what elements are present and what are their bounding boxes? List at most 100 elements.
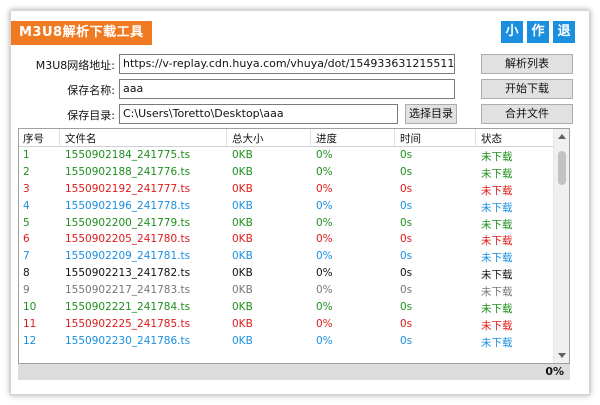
row-progress: 0% bbox=[316, 301, 333, 314]
save-dir-input[interactable]: C:\Users\Toretto\Desktop\aaa bbox=[119, 104, 398, 124]
save-name-input[interactable]: aaa bbox=[119, 79, 455, 99]
row-time: 0s bbox=[400, 165, 413, 178]
row-status: 未下载 bbox=[481, 218, 513, 231]
row-time: 0s bbox=[400, 317, 413, 330]
row-time: 0s bbox=[400, 284, 413, 297]
row-filename: 1550902230_241786.ts bbox=[65, 334, 191, 347]
table-row[interactable]: 12 1550902230_241786.ts 0KB 0% 0s 未下载 bbox=[19, 334, 554, 351]
status-bar: 0% bbox=[18, 364, 570, 380]
url-label: M3U8网络地址: bbox=[35, 59, 115, 72]
row-filename: 1550902217_241783.ts bbox=[65, 284, 191, 297]
row-size: 0KB bbox=[232, 216, 253, 229]
row-filename: 1550902205_241780.ts bbox=[65, 233, 191, 246]
row-progress: 0% bbox=[316, 334, 333, 347]
minimize-button[interactable]: 小 bbox=[501, 21, 523, 43]
row-progress: 0% bbox=[316, 149, 333, 161]
row-no: 4 bbox=[23, 199, 30, 212]
url-input[interactable]: https://v-replay.cdn.huya.com/vhuya/dot/… bbox=[119, 54, 455, 74]
col-header-time[interactable]: 时间 bbox=[400, 131, 421, 146]
row-progress: 0% bbox=[316, 182, 333, 195]
row-progress: 0% bbox=[316, 284, 333, 297]
table-row[interactable]: 10 1550902221_241784.ts 0KB 0% 0s 未下载 bbox=[19, 300, 554, 317]
row-time: 0s bbox=[400, 334, 413, 347]
table-row[interactable]: 9 1550902217_241783.ts 0KB 0% 0s 未下载 bbox=[19, 283, 554, 300]
row-time: 0s bbox=[400, 250, 413, 263]
overall-progress: 0% bbox=[545, 365, 564, 378]
row-size: 0KB bbox=[232, 149, 253, 161]
row-size: 0KB bbox=[232, 199, 253, 212]
save-name-label: 保存名称: bbox=[67, 84, 115, 97]
col-header-progress[interactable]: 进度 bbox=[316, 131, 337, 146]
table-row[interactable]: 2 1550902188_241776.ts 0KB 0% 0s 未下载 bbox=[19, 165, 554, 182]
row-filename: 1550902188_241776.ts bbox=[65, 165, 191, 178]
row-time: 0s bbox=[400, 267, 413, 280]
row-size: 0KB bbox=[232, 284, 253, 297]
row-no: 9 bbox=[23, 284, 30, 297]
row-time: 0s bbox=[400, 182, 413, 195]
row-status: 未下载 bbox=[481, 151, 513, 163]
row-no: 10 bbox=[23, 301, 37, 314]
row-size: 0KB bbox=[232, 267, 253, 280]
table-row[interactable]: 11 1550902225_241785.ts 0KB 0% 0s 未下载 bbox=[19, 317, 554, 334]
col-header-filename[interactable]: 文件名 bbox=[65, 131, 97, 146]
table-row[interactable]: 6 1550902205_241780.ts 0KB 0% 0s 未下载 bbox=[19, 232, 554, 249]
row-no: 7 bbox=[23, 250, 30, 263]
row-status: 未下载 bbox=[481, 319, 513, 332]
row-filename: 1550902184_241775.ts bbox=[65, 149, 191, 161]
row-status: 未下载 bbox=[481, 336, 513, 349]
app-title: M3U8解析下载工具 bbox=[11, 21, 152, 45]
col-header-status[interactable]: 状态 bbox=[481, 131, 502, 146]
row-status: 未下载 bbox=[481, 235, 513, 248]
triangle-down-icon[interactable] bbox=[558, 353, 566, 358]
table-row[interactable]: 4 1550902196_241778.ts 0KB 0% 0s 未下载 bbox=[19, 199, 554, 216]
row-no: 11 bbox=[23, 317, 37, 330]
about-button[interactable]: 作 bbox=[527, 21, 549, 43]
table-row[interactable]: 5 1550902200_241779.ts 0KB 0% 0s 未下载 bbox=[19, 216, 554, 233]
row-status: 未下载 bbox=[481, 201, 513, 214]
row-no: 2 bbox=[23, 165, 30, 178]
row-progress: 0% bbox=[316, 165, 333, 178]
row-size: 0KB bbox=[232, 233, 253, 246]
vertical-scrollbar[interactable] bbox=[553, 129, 569, 363]
row-no: 6 bbox=[23, 233, 30, 246]
parse-list-button[interactable]: 解析列表 bbox=[481, 54, 573, 74]
row-status: 未下载 bbox=[481, 252, 513, 265]
row-status: 未下载 bbox=[481, 184, 513, 197]
list-rows: 1 1550902184_241775.ts 0KB 0% 0s 未下载 2 15509021… bbox=[19, 148, 554, 351]
row-progress: 0% bbox=[316, 199, 333, 212]
table-row[interactable]: 3 1550902192_241777.ts 0KB 0% 0s 未下载 bbox=[19, 182, 554, 199]
row-filename: 1550902213_241782.ts bbox=[65, 267, 191, 280]
row-filename: 1550902192_241777.ts bbox=[65, 182, 191, 195]
table-row[interactable]: 1 1550902184_241775.ts 0KB 0% 0s 未下载 bbox=[19, 148, 554, 165]
merge-files-button[interactable]: 合并文件 bbox=[481, 104, 573, 124]
start-download-button[interactable]: 开始下载 bbox=[481, 79, 573, 99]
choose-dir-button[interactable]: 选择目录 bbox=[405, 104, 457, 124]
row-time: 0s bbox=[400, 233, 413, 246]
col-header-no[interactable]: 序号 bbox=[23, 131, 44, 146]
table-row[interactable]: 8 1550902213_241782.ts 0KB 0% 0s 未下载 bbox=[19, 266, 554, 283]
table-row[interactable]: 7 1550902209_241781.ts 0KB 0% 0s 未下载 bbox=[19, 249, 554, 266]
row-no: 3 bbox=[23, 182, 30, 195]
save-dir-label: 保存目录: bbox=[67, 109, 115, 122]
row-size: 0KB bbox=[232, 317, 253, 330]
row-progress: 0% bbox=[316, 317, 333, 330]
row-filename: 1550902225_241785.ts bbox=[65, 317, 191, 330]
row-status: 未下载 bbox=[481, 167, 513, 180]
row-no: 1 bbox=[23, 149, 30, 161]
row-no: 5 bbox=[23, 216, 30, 229]
row-filename: 1550902221_241784.ts bbox=[65, 301, 191, 314]
triangle-up-icon[interactable] bbox=[558, 134, 566, 139]
row-size: 0KB bbox=[232, 301, 253, 314]
segment-list[interactable]: 序号 文件名 总大小 进度 时间 状态 1 1550902184_241775.t… bbox=[18, 128, 570, 364]
exit-button[interactable]: 退 bbox=[553, 21, 575, 43]
row-progress: 0% bbox=[316, 250, 333, 263]
list-header: 序号 文件名 总大小 进度 时间 状态 bbox=[19, 129, 554, 147]
row-size: 0KB bbox=[232, 182, 253, 195]
scroll-thumb[interactable] bbox=[558, 151, 566, 185]
row-time: 0s bbox=[400, 149, 413, 161]
row-status: 未下载 bbox=[481, 286, 513, 299]
col-header-size[interactable]: 总大小 bbox=[232, 131, 264, 146]
row-filename: 1550902209_241781.ts bbox=[65, 250, 191, 263]
row-size: 0KB bbox=[232, 250, 253, 263]
row-progress: 0% bbox=[316, 267, 333, 280]
